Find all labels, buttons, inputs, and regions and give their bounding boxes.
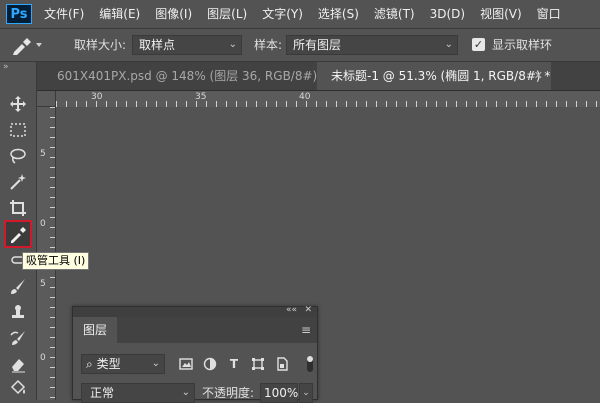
- sample-select[interactable]: 所有图层 ⌄: [286, 35, 458, 55]
- menu-file[interactable]: 文件(F): [44, 0, 84, 28]
- tab-layers[interactable]: 图层: [73, 317, 117, 343]
- tab-untitled-1[interactable]: 未标题-1 @ 51.3% (椭圆 1, RGB/8#) * ✕: [317, 62, 551, 90]
- tool-lasso[interactable]: [6, 144, 30, 168]
- options-bar: 取样大小: 取样点 ⌄ 样本: 所有图层 ⌄ ✓ 显示取样环: [0, 29, 600, 62]
- eraser-icon: [12, 359, 25, 373]
- menu-items: 文件(F) 编辑(E) 图像(I) 图层(L) 文字(Y) 选择(S) 滤镜(T…: [44, 0, 576, 28]
- tool-move[interactable]: [6, 92, 30, 116]
- collapse-panel-icon[interactable]: ««: [286, 305, 297, 315]
- show-ring-label: 显示取样环: [492, 38, 553, 52]
- check-icon: ✓: [473, 38, 484, 51]
- close-icon[interactable]: ✕: [304, 305, 312, 315]
- tools-panel: »: [0, 62, 37, 400]
- brush-icon: [11, 279, 25, 294]
- horizontal-ruler[interactable]: 30 35 40: [56, 91, 600, 108]
- sample-size-value: 取样点: [139, 38, 176, 52]
- menu-filter[interactable]: 滤镜(T): [374, 0, 415, 28]
- menu-view[interactable]: 视图(V): [480, 0, 522, 28]
- toggle-knob: [307, 356, 313, 362]
- paint-bucket-icon: [10, 379, 26, 395]
- sample-size-select[interactable]: 取样点 ⌄: [132, 35, 242, 55]
- menu-image[interactable]: 图像(I): [155, 0, 192, 28]
- marquee-icon: [10, 123, 26, 137]
- menu-select[interactable]: 选择(S): [318, 0, 359, 28]
- filter-pixel-icon[interactable]: [177, 355, 195, 373]
- chevron-down-icon: ⌄: [181, 387, 190, 398]
- ruler-label: 0: [40, 219, 46, 229]
- shape-icon: [252, 358, 264, 370]
- ruler-label: 5: [40, 149, 46, 159]
- layers-panel: «« ✕ 图层 ≡ ⌕ 类型 ⌄ T 正常 ⌄ 不透明度: 100% ⌄: [72, 305, 318, 403]
- tool-brush[interactable]: [6, 274, 30, 298]
- collapse-panel-icon[interactable]: »: [3, 62, 9, 72]
- close-icon[interactable]: ✕: [534, 62, 543, 90]
- move-icon: [10, 96, 26, 112]
- chevron-down-icon: ⌄: [228, 39, 237, 50]
- menu-edit[interactable]: 编辑(E): [99, 0, 140, 28]
- sample-size-label: 取样大小:: [74, 38, 127, 52]
- tool-eraser[interactable]: [6, 352, 30, 376]
- search-icon: ⌕: [86, 357, 93, 371]
- tool-tooltip: 吸管工具 (I): [22, 252, 90, 270]
- chevron-down-icon: ⌄: [444, 39, 453, 50]
- tab-label: 601X401PX.psd @ 148% (图层 36, RGB/8#) *: [57, 69, 328, 83]
- smart-object-icon: [277, 357, 288, 371]
- blend-mode-value: 正常: [90, 386, 115, 400]
- magic-wand-icon: [10, 174, 26, 190]
- filter-shape-icon[interactable]: [249, 355, 267, 373]
- tool-stamp[interactable]: [6, 300, 30, 324]
- layer-filter-select[interactable]: ⌕ 类型 ⌄: [81, 354, 165, 374]
- tool-eyedropper[interactable]: [4, 220, 32, 248]
- ruler-origin[interactable]: [37, 91, 56, 107]
- ruler-label: 0: [40, 353, 46, 363]
- sample-value: 所有图层: [293, 38, 342, 52]
- adjustment-icon: [203, 357, 217, 371]
- tool-history-brush[interactable]: [6, 326, 30, 350]
- chevron-down-icon: ⌄: [302, 388, 310, 398]
- image-icon: [179, 358, 193, 370]
- menu-layer[interactable]: 图层(L): [207, 0, 247, 28]
- filter-type-icon[interactable]: T: [225, 355, 243, 373]
- layers-tabbar: 图层 ≡: [73, 317, 317, 343]
- tool-paint-bucket[interactable]: [6, 376, 30, 400]
- opacity-dropdown[interactable]: ⌄: [299, 383, 313, 403]
- sample-label: 样本:: [254, 38, 283, 52]
- ruler-label: 35: [195, 92, 207, 102]
- chevron-down-icon: ⌄: [151, 358, 160, 369]
- panel-header-bar[interactable]: «« ✕: [73, 305, 317, 317]
- filter-smart-object-icon[interactable]: [273, 355, 291, 373]
- show-ring-checkbox[interactable]: ✓: [472, 38, 485, 51]
- eyedropper-icon: [13, 38, 42, 55]
- history-brush-icon: [10, 331, 25, 345]
- tool-marquee[interactable]: [6, 118, 30, 142]
- opacity-input[interactable]: 100%: [260, 383, 298, 403]
- tool-magic-wand[interactable]: [6, 170, 30, 194]
- ruler-label: 5: [40, 279, 46, 289]
- filter-adjustment-icon[interactable]: [201, 355, 219, 373]
- eyedropper-icon: [11, 227, 26, 243]
- tab-label: 未标题-1 @ 51.3% (椭圆 1, RGB/8#) *: [331, 69, 551, 83]
- menu-3d[interactable]: 3D(D): [430, 0, 465, 28]
- photoshop-logo: Ps: [6, 4, 32, 24]
- ruler-label: 40: [299, 92, 311, 102]
- filter-value: 类型: [96, 357, 121, 371]
- tab-601x401px[interactable]: 601X401PX.psd @ 148% (图层 36, RGB/8#) *: [43, 62, 327, 90]
- panel-menu-icon[interactable]: ≡: [301, 323, 311, 337]
- tool-preset-picker[interactable]: [8, 34, 46, 56]
- tool-crop[interactable]: [6, 196, 30, 220]
- menu-window[interactable]: 窗口: [537, 0, 561, 28]
- menu-type[interactable]: 文字(Y): [262, 0, 303, 28]
- opacity-label: 不透明度:: [202, 386, 255, 400]
- blend-mode-select[interactable]: 正常 ⌄: [81, 383, 195, 403]
- crop-icon: [10, 200, 26, 216]
- lasso-icon: [10, 148, 26, 164]
- ruler-label: 30: [91, 92, 103, 102]
- filter-toggle[interactable]: [307, 356, 313, 372]
- document-tabs: 601X401PX.psd @ 148% (图层 36, RGB/8#) * 未…: [37, 62, 600, 91]
- stamp-icon: [12, 305, 24, 318]
- menu-bar: Ps 文件(F) 编辑(E) 图像(I) 图层(L) 文字(Y) 选择(S) 滤…: [0, 0, 600, 29]
